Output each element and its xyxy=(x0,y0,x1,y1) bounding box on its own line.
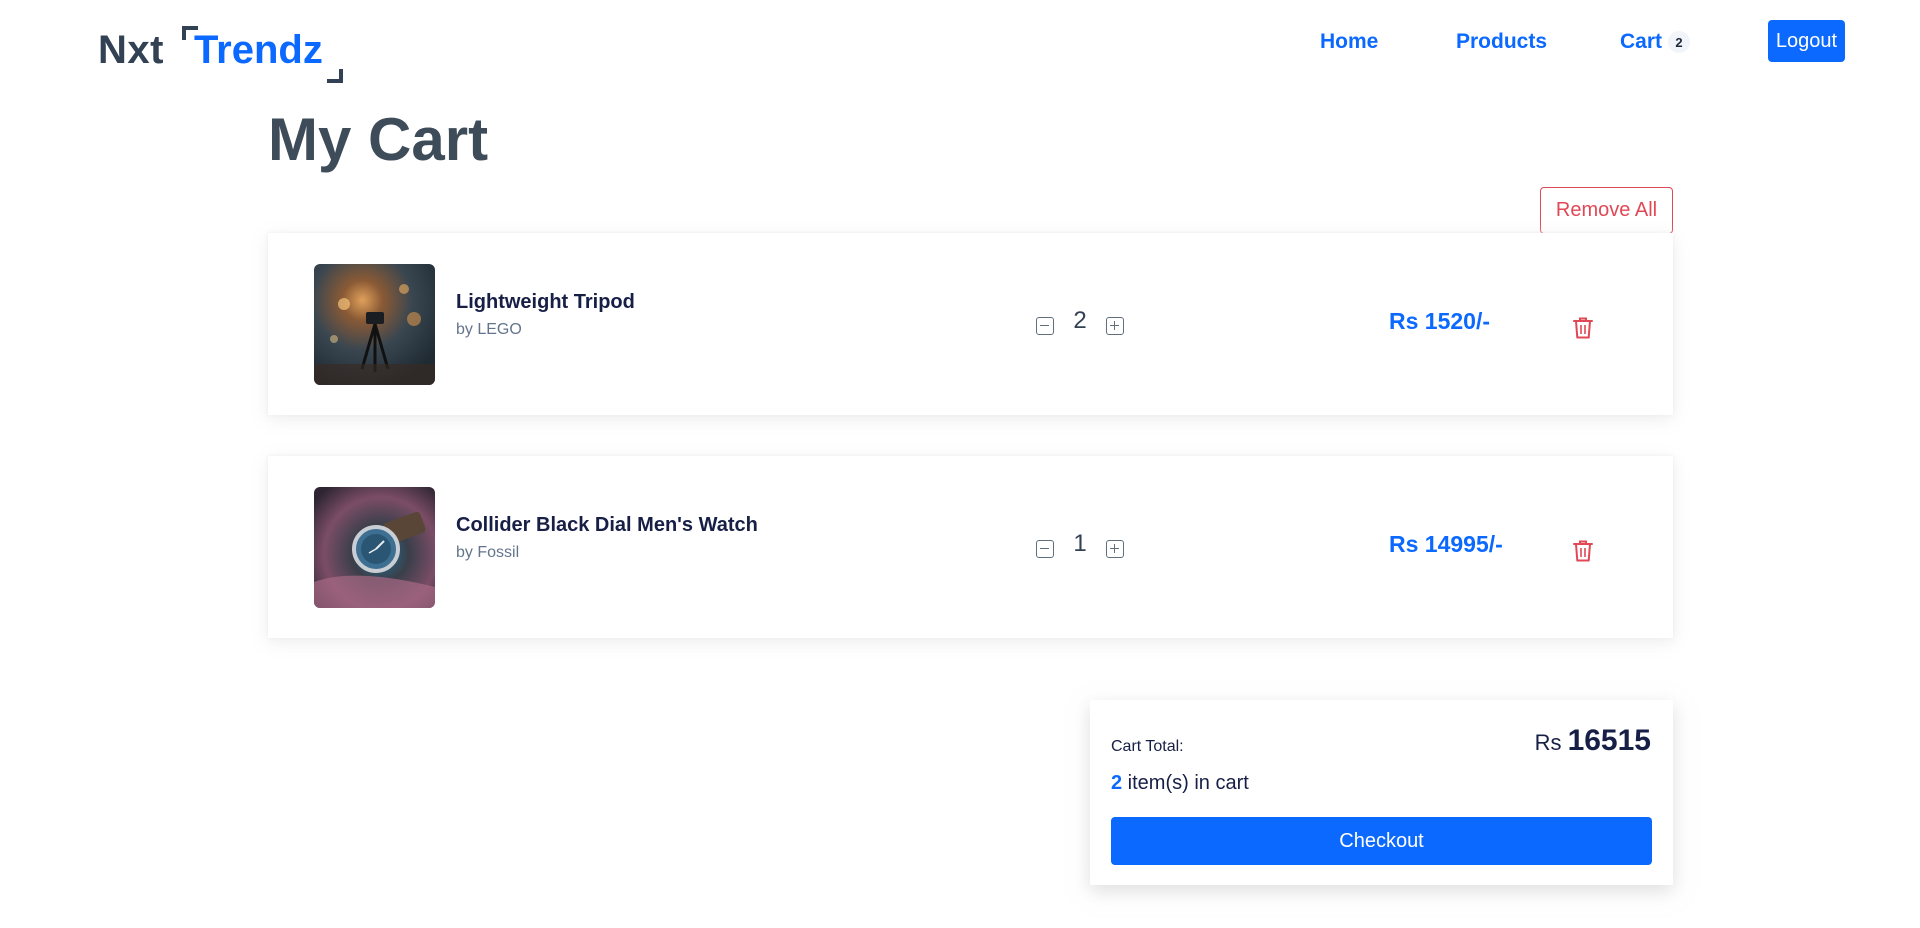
tripod-image xyxy=(314,264,435,385)
logo-trendz-text: Trendz xyxy=(193,27,323,72)
delete-item-button[interactable] xyxy=(1572,538,1596,564)
logo[interactable]: Nxt Trendz xyxy=(98,22,343,83)
logo-trendz: Trendz xyxy=(181,25,343,83)
cart-total-label: Cart Total: xyxy=(1111,738,1184,755)
logo-nxt-text: Nxt xyxy=(98,27,164,72)
item-price: Rs 14995/- xyxy=(1389,531,1503,557)
tripod-image-art xyxy=(314,284,435,385)
logo-corner-top-left xyxy=(181,25,198,40)
nav-cart-link[interactable]: Cart xyxy=(1620,28,1662,56)
item-brand: by LEGO xyxy=(456,321,522,338)
item-title: Collider Black Dial Men's Watch xyxy=(456,514,758,536)
nav-products-link[interactable]: Products xyxy=(1456,28,1547,56)
plus-square-icon[interactable] xyxy=(1106,317,1124,335)
items-count-suffix: item(s) in cart xyxy=(1122,772,1249,794)
navbar: Nxt Trendz Home Products Cart 2 Logout xyxy=(0,0,1920,84)
minus-square-icon[interactable] xyxy=(1036,540,1054,558)
page-title: My Cart xyxy=(268,106,489,173)
cart-count-badge: 2 xyxy=(1668,31,1690,53)
cart-item: Lightweight Tripod by LEGO 2 Rs 1520/- xyxy=(268,233,1673,415)
remove-all-button[interactable]: Remove All xyxy=(1540,187,1673,234)
trash-icon xyxy=(1573,317,1593,339)
watch-image-art xyxy=(314,511,435,608)
logo-corner-bottom-right xyxy=(326,68,343,83)
items-in-cart-text: 2 item(s) in cart xyxy=(1111,772,1249,795)
item-price: Rs 1520/- xyxy=(1389,308,1491,334)
cart-total-amount: Rs 16515 xyxy=(1535,724,1651,758)
nav-home-link[interactable]: Home xyxy=(1320,28,1378,56)
checkout-button[interactable]: Checkout xyxy=(1111,817,1652,865)
item-title: Lightweight Tripod xyxy=(456,291,635,313)
minus-square-icon[interactable] xyxy=(1036,317,1054,335)
watch-image xyxy=(314,487,435,608)
cart-item: Collider Black Dial Men's Watch by Fossi… xyxy=(268,456,1673,638)
items-count: 2 xyxy=(1111,772,1123,794)
item-brand: by Fossil xyxy=(456,544,520,561)
total-amount-value: 16515 xyxy=(1567,724,1651,757)
trash-icon xyxy=(1573,540,1593,562)
quantity-value: 2 xyxy=(1073,307,1087,334)
cart-summary: Cart Total: Rs 16515 2 item(s) in cart Ch… xyxy=(1090,700,1673,885)
currency-label: Rs xyxy=(1534,730,1562,755)
quantity-stepper: 2 xyxy=(1036,307,1156,345)
quantity-value: 1 xyxy=(1073,530,1087,557)
quantity-stepper: 1 xyxy=(1036,530,1156,568)
logout-button[interactable]: Logout xyxy=(1768,20,1845,62)
delete-item-button[interactable] xyxy=(1572,315,1596,341)
plus-square-icon[interactable] xyxy=(1106,540,1124,558)
